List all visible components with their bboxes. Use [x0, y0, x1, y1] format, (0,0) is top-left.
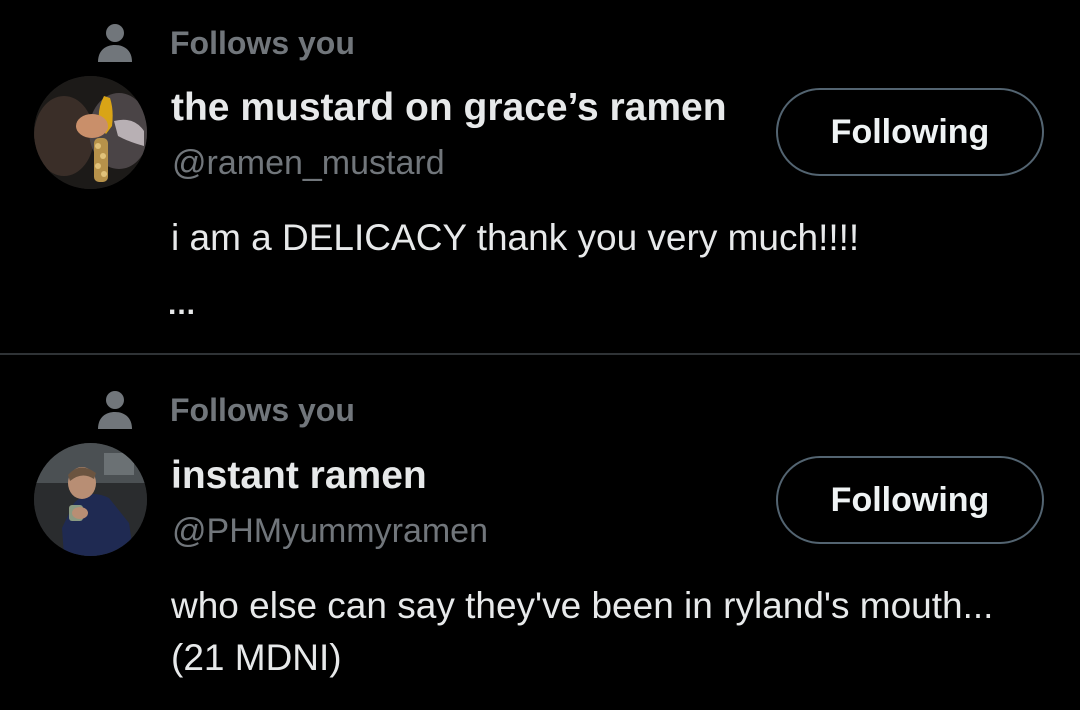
follows-you-label: Follows you [170, 24, 355, 61]
follows-you-label: Follows you [170, 391, 355, 428]
avatar[interactable] [34, 443, 147, 556]
user-bio: i am a DELICACY thank you very much!!!! [171, 217, 860, 258]
avatar[interactable] [34, 76, 147, 189]
person-icon [90, 385, 140, 435]
bio-more-indicator: ... [168, 288, 197, 321]
user-bio: who else can say they've been in ryland'… [171, 585, 994, 678]
user-handle[interactable]: @PHMyummyramen [172, 514, 488, 548]
following-list: Follows you the mustard on grace’s ramen… [0, 0, 1080, 710]
user-handle[interactable]: @ramen_mustard [172, 146, 445, 180]
user-cell[interactable]: Follows you instant ramen @PHMyummyramen… [0, 355, 1080, 710]
display-name[interactable]: instant ramen [171, 456, 427, 495]
follows-you-row: Follows you [90, 18, 355, 68]
following-button[interactable]: Following [776, 88, 1044, 176]
following-button[interactable]: Following [776, 456, 1044, 544]
person-icon [90, 18, 140, 68]
user-cell[interactable]: Follows you the mustard on grace’s ramen… [0, 0, 1080, 354]
follows-you-row: Follows you [90, 385, 355, 435]
display-name[interactable]: the mustard on grace’s ramen [171, 88, 727, 127]
